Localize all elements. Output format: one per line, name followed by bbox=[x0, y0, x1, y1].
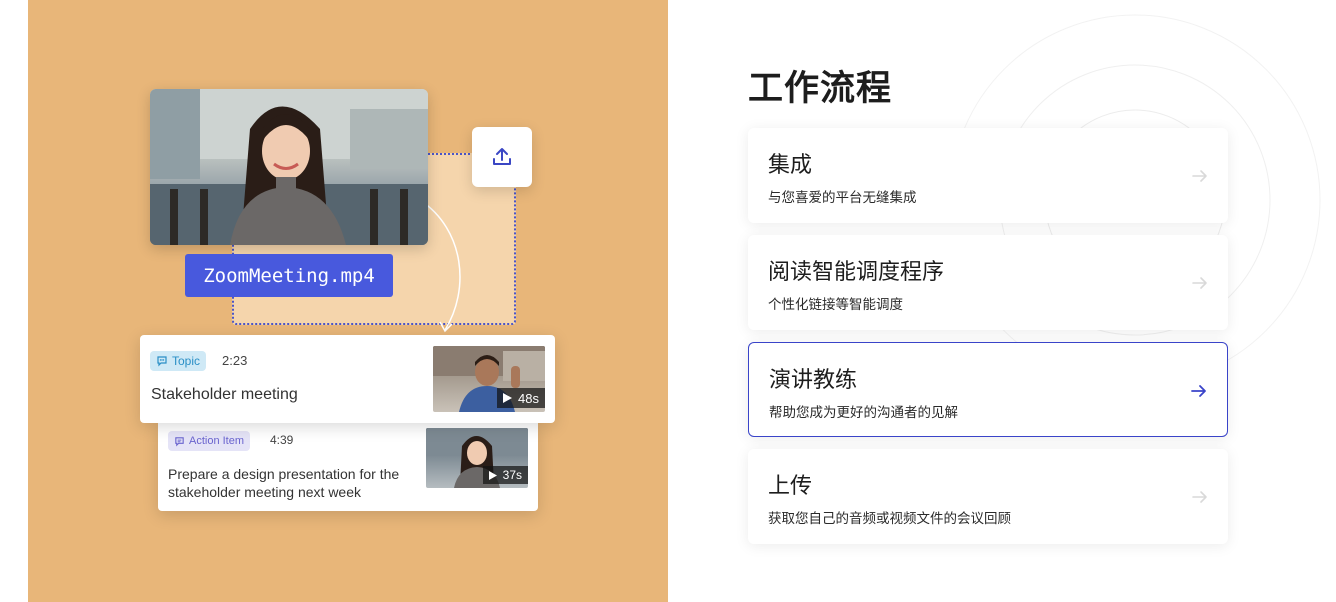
timestamp: 4:39 bbox=[270, 433, 294, 447]
workflow-item-title: 阅读智能调度程序 bbox=[768, 259, 945, 284]
workflow-item-upload[interactable]: 上传 获取您自己的音频或视频文件的会议回顾 bbox=[748, 449, 1228, 544]
workflow-item-description: 个性化链接等智能调度 bbox=[768, 297, 903, 312]
workflow-item-description: 与您喜爱的平台无缝集成 bbox=[768, 190, 917, 205]
action-item-tag: Action Item bbox=[168, 431, 251, 451]
topic-card[interactable]: Topic 2:23 Stakeholder meeting 48s bbox=[140, 335, 555, 423]
timestamp: 2:23 bbox=[222, 353, 248, 368]
woman-smiling-photo bbox=[150, 89, 428, 245]
comment-icon bbox=[157, 356, 167, 367]
upload-button[interactable] bbox=[472, 127, 532, 187]
workflow-item-integration[interactable]: 集成 与您喜爱的平台无缝集成 bbox=[748, 128, 1228, 223]
duration-badge: 48s bbox=[497, 388, 545, 408]
page-title: 工作流程 bbox=[748, 69, 893, 108]
arrow-right-icon bbox=[1191, 385, 1206, 397]
upload-icon bbox=[493, 148, 511, 165]
comment-icon bbox=[175, 436, 184, 446]
card-title: Prepare a design presentation for the st… bbox=[168, 466, 400, 500]
video-thumbnail[interactable]: 48s bbox=[433, 346, 545, 412]
arrow-right-icon bbox=[1192, 491, 1207, 503]
workflow-item-title: 集成 bbox=[768, 152, 813, 177]
topic-tag: Topic bbox=[150, 351, 207, 371]
action-item-card[interactable]: Action Item 4:39 Prepare a design presen… bbox=[158, 423, 538, 511]
workflow-item-speaker-coach[interactable]: 演讲教练 帮助您成为更好的沟通者的见解 bbox=[748, 342, 1228, 437]
workflow-item-scheduler[interactable]: 阅读智能调度程序 个性化链接等智能调度 bbox=[748, 235, 1228, 330]
duration-label: 37s bbox=[502, 468, 522, 482]
action-item-tag-label: Action Item bbox=[189, 435, 245, 447]
card-title: Stakeholder meeting bbox=[151, 386, 298, 403]
video-thumbnail[interactable]: 37s bbox=[426, 428, 528, 488]
workflow-item-description: 帮助您成为更好的沟通者的见解 bbox=[769, 405, 958, 420]
filename-badge: ZoomMeeting.mp4 bbox=[185, 254, 393, 297]
play-icon bbox=[503, 393, 513, 403]
workflow-item-title: 上传 bbox=[768, 473, 813, 498]
arrow-right-icon bbox=[1192, 277, 1207, 289]
duration-badge: 37s bbox=[482, 466, 528, 484]
workflow-item-title: 演讲教练 bbox=[769, 367, 858, 392]
workflow-item-description: 获取您自己的音频或视频文件的会议回顾 bbox=[768, 511, 1011, 526]
video-preview bbox=[150, 89, 428, 245]
play-icon bbox=[488, 470, 497, 480]
topic-tag-label: Topic bbox=[172, 354, 201, 368]
duration-label: 48s bbox=[518, 390, 539, 406]
arrow-right-icon bbox=[1192, 170, 1207, 182]
